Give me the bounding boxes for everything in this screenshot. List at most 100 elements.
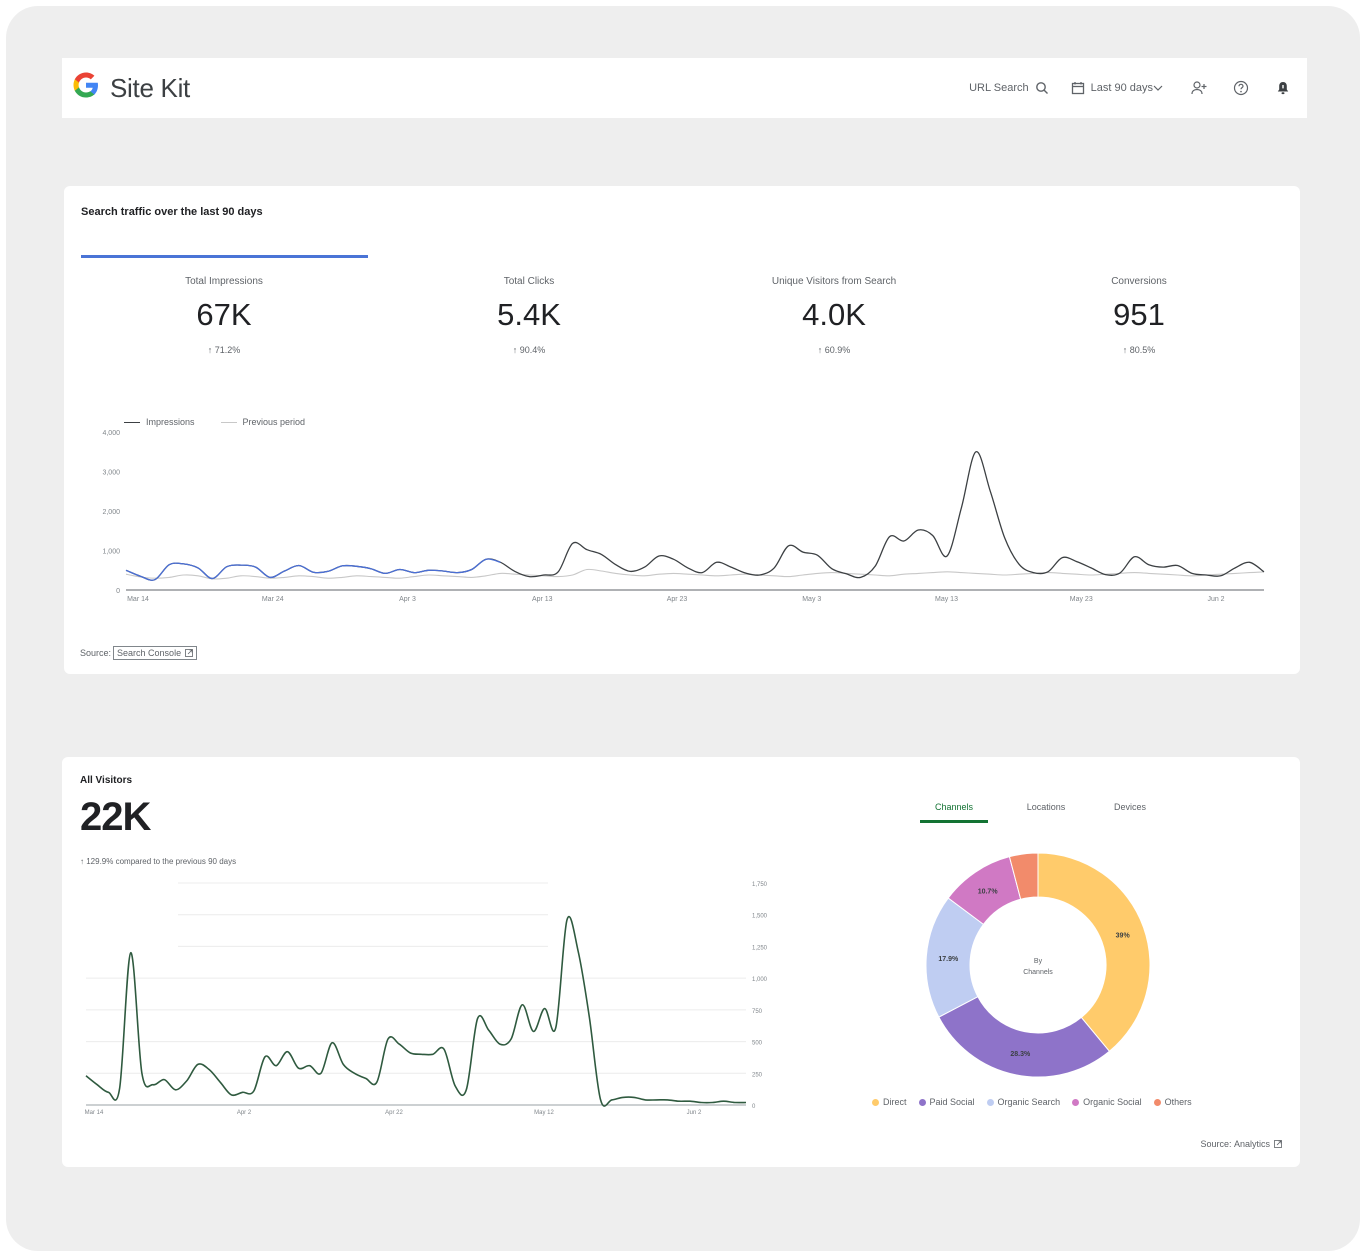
help-icon <box>1233 80 1249 96</box>
tab-devices[interactable]: Devices <box>1088 802 1172 823</box>
external-link-icon <box>185 649 193 657</box>
user-add-icon <box>1191 81 1207 95</box>
x-tick-label: Apr 13 <box>532 596 553 603</box>
legend-dot <box>872 1098 879 1106</box>
google-g-icon <box>73 72 98 98</box>
metric-change: ↑ 80.5% <box>1122 345 1156 355</box>
visitors-total: 22K <box>80 795 151 839</box>
x-tick-label: May 12 <box>534 1110 554 1116</box>
brand-name: Site Kit <box>110 72 190 103</box>
y-tick-label: 4,000 <box>102 430 120 437</box>
x-tick-label: Jun 2 <box>1207 596 1224 603</box>
help-button[interactable] <box>1233 80 1249 96</box>
search-icon <box>1035 82 1048 94</box>
legend-dot <box>918 1098 926 1106</box>
y-tick-label: 1,750 <box>752 882 768 888</box>
donut-legend: Direct Paid Social Organic Search Organic S… <box>872 1097 1204 1107</box>
x-tick-label: Apr 22 <box>385 1110 403 1116</box>
search-console-link[interactable]: Search Console <box>113 646 198 660</box>
x-tick-label: May 23 <box>1070 596 1093 603</box>
url-search-label: URL Search <box>969 82 1029 94</box>
metric-label: Conversions <box>1111 276 1167 287</box>
x-tick-label: May 3 <box>802 596 821 603</box>
chevron-down-icon <box>1153 85 1163 91</box>
legend-item-others: Others <box>1153 1097 1192 1107</box>
top-actions: URL Search Last 90 days <box>969 80 1307 96</box>
google-logo <box>72 70 100 106</box>
legend-item-paid-social: Paid Social <box>918 1097 975 1107</box>
analytics-link[interactable]: Analytics <box>1234 1139 1270 1149</box>
x-tick-label: Mar 14 <box>85 1110 104 1116</box>
y-tick-label: 250 <box>752 1072 763 1078</box>
metric-unique-visitors[interactable]: Unique Visitors from Search 4.0K ↑ 60.9% <box>734 276 934 355</box>
calendar-icon <box>1071 82 1084 95</box>
visitors-change: ↑ 129.9% compared to the previous 90 day… <box>80 857 237 866</box>
donut-center-label: By <box>1034 958 1043 965</box>
metric-value: 5.4K <box>497 297 561 332</box>
y-tick-label: 2,000 <box>102 509 120 516</box>
donut-slice-direct <box>1037 852 1151 1053</box>
y-tick-label: 1,000 <box>752 977 768 983</box>
metric-change: ↑ 60.9% <box>817 345 851 355</box>
source-prefix: Source: <box>1200 1139 1232 1149</box>
search-traffic-chart: 0 1,000 2,000 3,000 4,000 Mar 14 Mar 24 Apr 3 Ap… <box>102 430 1265 603</box>
tab-locations[interactable]: Locations <box>1004 802 1088 823</box>
external-link-icon <box>1274 1140 1282 1148</box>
date-range-label: Last 90 days <box>1090 82 1153 94</box>
card-title: Search traffic over the last 90 days <box>81 206 263 218</box>
x-tick-label: Apr 23 <box>667 596 688 603</box>
legend-label: Organic Search <box>997 1097 1061 1107</box>
x-tick-label: Apr 3 <box>399 596 416 603</box>
date-range-selector[interactable]: Last 90 days <box>1071 81 1169 95</box>
slice-label: 39% <box>1116 933 1131 940</box>
source-prefix: Source: <box>80 648 112 658</box>
legend-item-organic-search: Organic Search <box>986 1097 1061 1107</box>
x-tick-label: Apr 2 <box>237 1110 252 1116</box>
y-tick-label: 3,000 <box>102 470 120 477</box>
impressions-series-line <box>125 451 1265 581</box>
url-search-button[interactable]: URL Search <box>969 81 1049 95</box>
metric-total-clicks[interactable]: Total Clicks 5.4K ↑ 90.4% <box>429 276 629 355</box>
source-attribution: Source: Search Console <box>80 646 198 660</box>
metric-label: Unique Visitors from Search <box>771 276 897 287</box>
metric-label: Total Impressions <box>185 276 263 287</box>
search-traffic-card: Search traffic over the last 90 days Tot… <box>64 186 1300 674</box>
all-visitors-card: All Visitors 22K ↑ 129.9% compared to th… <box>62 757 1300 1167</box>
metric-conversions[interactable]: Conversions 951 ↑ 80.5% <box>1039 276 1239 355</box>
legend-label: Organic Social <box>1083 1097 1142 1107</box>
notification-button[interactable] <box>1275 80 1291 96</box>
source-link-label: Search Console <box>117 648 182 658</box>
source-attribution: Source: Analytics <box>1200 1139 1282 1149</box>
y-tick-label: 0 <box>116 588 120 595</box>
tab-channels[interactable]: Channels <box>920 802 988 823</box>
visitors-line-chart: 0 250 500 750 1,000 1,250 1,500 1,750 Mar 14 Apr … <box>85 882 768 1116</box>
slice-label: 17.9% <box>938 956 959 963</box>
x-tick-label: May 13 <box>935 596 958 603</box>
slice-label: 10.7% <box>978 888 999 895</box>
metric-change: ↑ 90.4% <box>512 345 546 355</box>
legend-label: Direct <box>883 1097 907 1107</box>
channels-donut-chart: 39% 28.3% 17.9% 10.7% By Channels <box>925 852 1151 1078</box>
y-tick-label: 750 <box>752 1009 763 1015</box>
legend-label: Paid Social <box>929 1097 975 1107</box>
top-bar: Site Kit URL Search Last 90 days <box>62 58 1307 118</box>
legend-item-direct: Direct <box>872 1097 907 1107</box>
y-tick-label: 1,000 <box>102 549 120 556</box>
metric-value: 67K <box>196 297 252 332</box>
x-tick-label: Mar 24 <box>262 596 284 603</box>
legend-label: Others <box>1164 1097 1192 1107</box>
donut-slice-paid-social <box>938 995 1111 1078</box>
metric-value: 951 <box>1113 297 1165 332</box>
slice-label: 28.3% <box>1010 1051 1031 1058</box>
brand[interactable]: Site Kit <box>72 70 190 106</box>
visitors-series-line <box>85 916 747 1107</box>
x-tick-label: Mar 14 <box>127 596 149 603</box>
y-tick-label: 500 <box>752 1041 763 1047</box>
legend-dot <box>986 1098 994 1106</box>
legend-item-organic-social: Organic Social <box>1072 1097 1142 1107</box>
metric-label: Total Clicks <box>503 276 555 287</box>
metric-total-impressions[interactable]: Total Impressions 67K ↑ 71.2% <box>124 276 324 355</box>
y-tick-label: 0 <box>752 1104 756 1110</box>
user-add-button[interactable] <box>1191 80 1207 96</box>
breakdown-tabs: Channels Locations Devices <box>920 802 1172 823</box>
